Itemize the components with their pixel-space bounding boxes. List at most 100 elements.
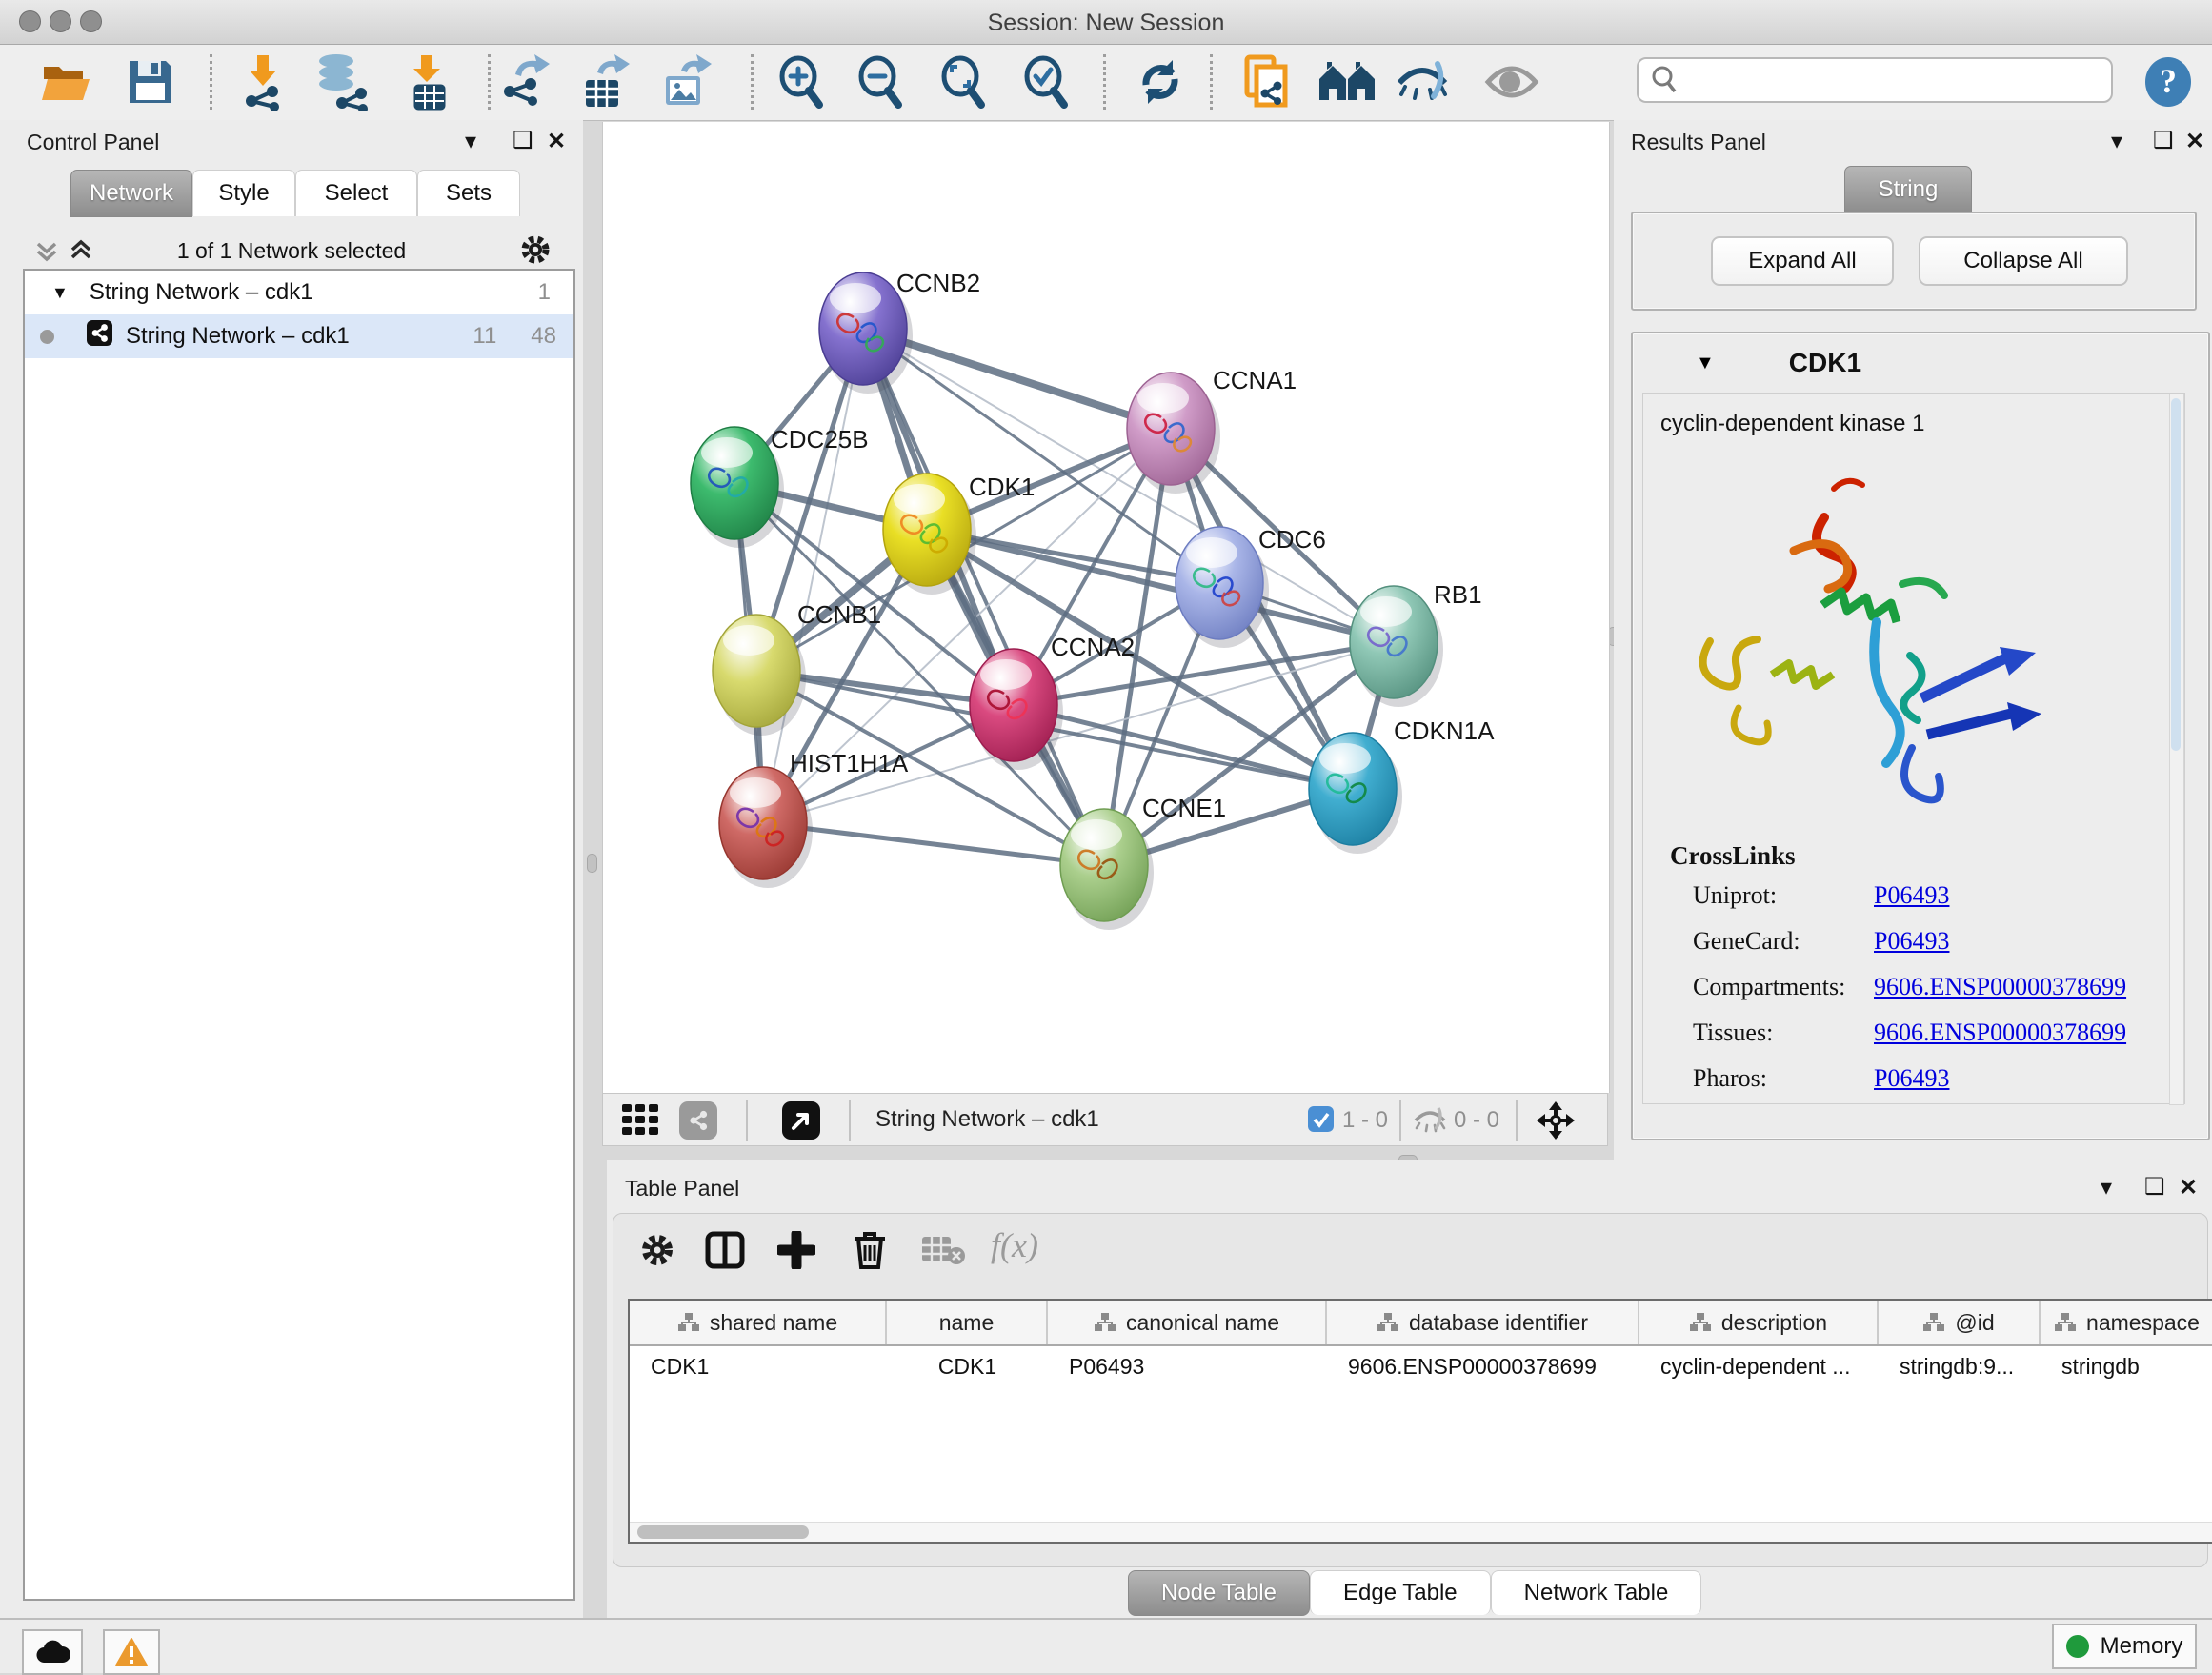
table-cell-namespace[interactable]: stringdb xyxy=(2041,1346,2212,1386)
column-header-database-identifier[interactable]: database identifier xyxy=(1327,1301,1639,1344)
delete-table-icon[interactable] xyxy=(920,1235,966,1272)
split-column-icon[interactable] xyxy=(705,1231,745,1274)
network-list: ▼ String Network – cdk1 1 String Network… xyxy=(23,269,575,1601)
crosslink-link[interactable]: P06493 xyxy=(1874,881,1949,910)
table-panel-float-icon[interactable]: ❑ xyxy=(2144,1173,2165,1201)
tab-edge-table[interactable]: Edge Table xyxy=(1310,1570,1491,1615)
crosslink-link[interactable]: P06493 xyxy=(1874,927,1949,956)
column-header-canonical-name[interactable]: canonical name xyxy=(1048,1301,1327,1344)
table-settings-gear-icon[interactable] xyxy=(638,1231,676,1274)
table-panel-collapse-icon[interactable]: ▾ xyxy=(2101,1174,2112,1201)
warnings-button[interactable] xyxy=(103,1629,160,1675)
network-row[interactable]: String Network – cdk1 11 48 xyxy=(25,314,573,358)
create-column-plus-icon[interactable] xyxy=(777,1231,815,1274)
control-panel-close-icon[interactable]: ✕ xyxy=(547,128,566,155)
expand-all-button[interactable]: Expand All xyxy=(1711,236,1894,286)
column-header-description[interactable]: description xyxy=(1639,1301,1879,1344)
node-CCNE1[interactable] xyxy=(1060,809,1154,930)
hide-selected-eye-slash-icon[interactable] xyxy=(1393,52,1454,111)
table-row[interactable]: CDK1CDK1P064939606.ENSP00000378699cyclin… xyxy=(630,1346,2212,1386)
control-panel-float-icon[interactable]: ❑ xyxy=(513,127,533,154)
results-scrollbar[interactable] xyxy=(2169,394,2184,1105)
search-input[interactable] xyxy=(1637,57,2113,103)
zoom-selected-icon[interactable] xyxy=(1016,52,1076,111)
birds-eye-view-icon[interactable] xyxy=(1535,1100,1577,1146)
string-network-graph[interactable]: CCNB2CCNA1CDC25BCDK1CDC6RB1CCNB1CCNA2CDK… xyxy=(603,122,1609,1093)
node-CCNB1[interactable] xyxy=(713,615,806,736)
table-cell-name[interactable]: CDK1 xyxy=(887,1346,1048,1386)
clone-network-icon[interactable] xyxy=(1237,52,1297,111)
tab-select[interactable]: Select xyxy=(295,170,417,216)
help-button[interactable]: ? xyxy=(2138,52,2199,111)
network-view-toolbar: String Network – cdk1 1 - 0 0 - 0 xyxy=(602,1093,1608,1146)
node-RB1[interactable] xyxy=(1350,586,1443,707)
tab-network-table[interactable]: Network Table xyxy=(1491,1570,1702,1615)
zoom-fit-icon[interactable] xyxy=(933,52,994,111)
column-header--id[interactable]: @id xyxy=(1879,1301,2041,1344)
network-share-icon[interactable] xyxy=(679,1101,717,1140)
tab-network[interactable]: Network xyxy=(70,170,192,217)
node-CDKN1A[interactable] xyxy=(1309,733,1402,854)
import-network-database-icon[interactable] xyxy=(311,52,372,111)
node-attribute-table[interactable]: shared namenamecanonical namedatabase id… xyxy=(628,1299,2212,1544)
crosslink-link[interactable]: 9606.ENSP00000378699 xyxy=(1874,973,2126,1001)
tab-node-table[interactable]: Node Table xyxy=(1128,1570,1310,1616)
network-options-gear-icon[interactable] xyxy=(518,232,553,272)
results-panel-collapse-icon[interactable]: ▾ xyxy=(2111,128,2122,155)
tree-expander-icon[interactable]: ▼ xyxy=(51,283,69,303)
show-all-networks-icon[interactable] xyxy=(1317,52,1377,111)
table-cell-database-identifier[interactable]: 9606.ENSP00000378699 xyxy=(1327,1346,1639,1386)
node-count: 11 xyxy=(473,323,496,350)
table-hscrollbar[interactable] xyxy=(630,1522,2212,1542)
node-CCNA2[interactable] xyxy=(970,649,1063,770)
export-table-icon[interactable] xyxy=(573,52,634,111)
import-network-file-icon[interactable] xyxy=(232,52,293,111)
left-splitter-handle[interactable] xyxy=(587,854,597,873)
save-session-icon[interactable] xyxy=(120,52,181,111)
export-network-icon[interactable] xyxy=(493,52,554,111)
memory-button[interactable]: Memory xyxy=(2052,1624,2197,1669)
protein-card-header[interactable]: ▼ CDK1 xyxy=(1633,333,2208,393)
apply-function-icon[interactable]: f(x) xyxy=(991,1225,1038,1265)
network-view-canvas[interactable]: CCNB2CCNA1CDC25BCDK1CDC6RB1CCNB1CCNA2CDK… xyxy=(602,122,1610,1093)
cloud-button[interactable] xyxy=(22,1629,83,1675)
tab-style[interactable]: Style xyxy=(192,170,295,216)
table-panel-close-icon[interactable]: ✕ xyxy=(2179,1174,2198,1201)
grid-view-icon[interactable] xyxy=(622,1104,664,1141)
results-tab-string[interactable]: String xyxy=(1844,166,1972,213)
zoom-in-icon[interactable] xyxy=(771,52,832,111)
selected-checkbox-icon[interactable] xyxy=(1308,1106,1334,1137)
refresh-layout-icon[interactable] xyxy=(1130,52,1191,111)
crosslink-link[interactable]: P06493 xyxy=(1874,1064,1949,1093)
column-header-namespace[interactable]: namespace xyxy=(2041,1301,2212,1344)
table-cell-canonical-name[interactable]: P06493 xyxy=(1048,1346,1327,1386)
node-HIST1H1A[interactable] xyxy=(719,767,813,888)
card-expander-icon[interactable]: ▼ xyxy=(1696,353,1715,374)
open-session-icon[interactable] xyxy=(36,52,97,111)
node-label-CCNB2: CCNB2 xyxy=(896,269,980,297)
zoom-out-icon[interactable] xyxy=(850,52,911,111)
node-label-RB1: RB1 xyxy=(1434,580,1482,609)
table-cell--id[interactable]: stringdb:9... xyxy=(1879,1346,2041,1386)
import-table-file-icon[interactable] xyxy=(396,52,457,111)
tab-sets[interactable]: Sets xyxy=(417,170,520,216)
column-header-shared-name[interactable]: shared name xyxy=(630,1301,887,1344)
show-selected-eye-icon[interactable] xyxy=(1481,52,1542,111)
delete-column-trash-icon[interactable] xyxy=(852,1229,888,1276)
collapse-all-button[interactable]: Collapse All xyxy=(1919,236,2128,286)
node-CDC6[interactable] xyxy=(1176,527,1269,648)
column-header-name[interactable]: name xyxy=(887,1301,1048,1344)
table-cell-shared-name[interactable]: CDK1 xyxy=(630,1346,887,1386)
crosslink-link[interactable]: 9606.ENSP00000378699 xyxy=(1874,1019,2126,1047)
node-CCNA1[interactable] xyxy=(1127,373,1220,494)
control-panel-collapse-icon[interactable]: ▾ xyxy=(465,128,476,155)
results-panel-close-icon[interactable]: ✕ xyxy=(2185,128,2204,155)
network-collection-row[interactable]: ▼ String Network – cdk1 1 xyxy=(25,271,573,314)
edge-HIST1H1A-CCNE1[interactable] xyxy=(763,823,1104,865)
table-cell-description[interactable]: cyclin-dependent ... xyxy=(1639,1346,1879,1386)
open-in-window-icon[interactable] xyxy=(782,1101,820,1140)
node-CDK1[interactable] xyxy=(883,474,976,595)
table-header-row: shared namenamecanonical namedatabase id… xyxy=(630,1301,2212,1346)
results-panel-float-icon[interactable]: ❑ xyxy=(2153,127,2174,154)
export-image-icon[interactable] xyxy=(655,52,716,111)
